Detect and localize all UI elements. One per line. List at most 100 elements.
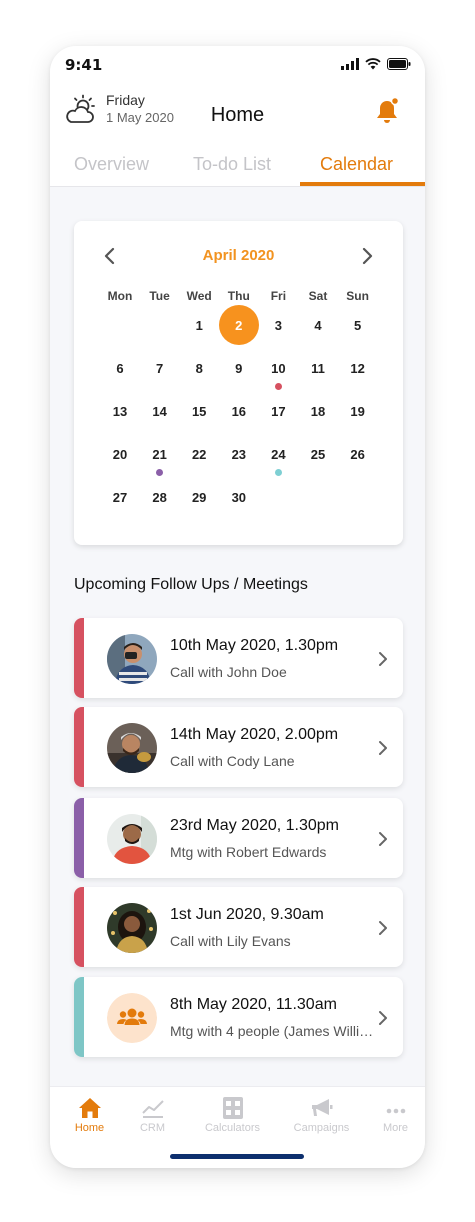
calendar-card: April 2020 Mon Tue Wed Thu Fri Sat Sun 1 2 3 4 5 6 7 8… [74, 221, 403, 545]
next-month-icon[interactable] [359, 245, 375, 267]
tab-divider [50, 186, 425, 187]
nav-campaigns[interactable]: Campaigns [284, 1097, 359, 1134]
meeting-color-bar [74, 977, 84, 1057]
calendar-day[interactable]: 18 [298, 391, 338, 431]
wifi-icon [365, 58, 381, 70]
chevron-right-icon [379, 741, 387, 755]
calendar-day[interactable]: 2 [218, 305, 259, 345]
meeting-description: Call with Cody Lane [170, 753, 295, 769]
meeting-datetime: 1st Jun 2020, 9.30am [170, 906, 324, 923]
event-dot [274, 469, 282, 476]
avatar-john-doe [107, 634, 157, 684]
status-icons [341, 58, 411, 70]
more-dots-icon [386, 1108, 405, 1114]
home-icon [78, 1098, 101, 1118]
calendar-day[interactable]: 11 [298, 348, 338, 388]
meeting-description: Mtg with 4 people (James Williams, Lily … [170, 1023, 375, 1039]
meeting-description: Mtg with Robert Edwards [170, 844, 327, 860]
calendar-day[interactable]: 25 [298, 434, 338, 474]
meeting-card[interactable]: 8th May 2020, 11.30am Mtg with 4 people … [74, 977, 403, 1057]
signal-icon [341, 58, 359, 70]
calendar-day[interactable]: 10 [258, 348, 298, 388]
calendar-day[interactable]: 29 [179, 477, 219, 517]
nav-crm[interactable]: CRM [115, 1097, 190, 1134]
calendar-day[interactable]: 27 [100, 477, 140, 517]
weekday-label: Thu [227, 289, 250, 303]
calendar-day[interactable]: 9 [219, 348, 259, 388]
meeting-card[interactable]: 1st Jun 2020, 9.30am Call with Lily Evan… [74, 887, 403, 967]
home-indicator [170, 1154, 304, 1159]
meeting-datetime: 23rd May 2020, 1.30pm [170, 817, 339, 834]
header-area: 9:41 Friday 1 May 2020 Home Overview To-… [50, 46, 425, 187]
calendar-day[interactable]: 1 [179, 305, 219, 345]
calendar-day[interactable]: 19 [338, 391, 378, 431]
tab-to-do-list[interactable]: To-do List [193, 154, 271, 175]
weekday-label: Mon [107, 289, 133, 303]
meeting-color-bar [74, 798, 84, 878]
calendar-day[interactable]: 3 [258, 305, 298, 345]
calendar-day[interactable]: 26 [338, 434, 378, 474]
meeting-datetime: 8th May 2020, 11.30am [170, 996, 337, 1013]
notification-bell-icon[interactable] [373, 96, 401, 126]
event-dot [156, 469, 164, 476]
weekday-label: Wed [186, 289, 212, 303]
meeting-description: Call with Lily Evans [170, 933, 291, 949]
status-time: 9:41 [65, 56, 103, 74]
calendar-day[interactable]: 5 [338, 305, 378, 345]
calendar-day[interactable]: 23 [219, 434, 259, 474]
calendar-day[interactable]: 6 [100, 348, 140, 388]
meeting-card[interactable]: 23rd May 2020, 1.30pm Mtg with Robert Ed… [74, 798, 403, 878]
calendar-day[interactable]: 17 [258, 391, 298, 431]
calendar-month: April 2020 [202, 247, 275, 264]
meeting-card[interactable]: 14th May 2020, 2.00pm Call with Cody Lan… [74, 707, 403, 787]
page-title: Home [210, 104, 265, 126]
nav-calculators[interactable]: Calculators [195, 1097, 270, 1134]
weekday-label: Sat [308, 289, 328, 303]
avatar-lily-evans [107, 903, 157, 953]
meeting-description: Call with John Doe [170, 664, 287, 680]
calendar-day[interactable]: 14 [140, 391, 180, 431]
calendar-day[interactable]: 13 [100, 391, 140, 431]
meeting-color-bar [74, 707, 84, 787]
phone-screen: 9:41 Friday 1 May 2020 Home Overview To-… [50, 46, 425, 1168]
chevron-right-icon [379, 921, 387, 935]
meeting-color-bar [74, 887, 84, 967]
tab-calendar[interactable]: Calendar [320, 154, 393, 175]
calendar-day[interactable]: 21 [140, 434, 180, 474]
group-icon [107, 993, 157, 1043]
tab-overview[interactable]: Overview [74, 154, 149, 175]
avatar-cody-lane [107, 723, 157, 773]
calendar-day[interactable]: 30 [219, 477, 259, 517]
calendar-day[interactable]: 28 [140, 477, 180, 517]
nav-label: Calculators [204, 1122, 261, 1134]
chevron-right-icon [379, 832, 387, 846]
calendar-day[interactable]: 20 [100, 434, 140, 474]
avatar-robert-edwards [107, 814, 157, 864]
nav-label: More [382, 1122, 409, 1134]
weekday-label: Sun [346, 289, 369, 303]
chart-line-icon [141, 1100, 164, 1118]
meeting-card[interactable]: 10th May 2020, 1.30pm Call with John Doe [74, 618, 403, 698]
upcoming-section-title: Upcoming Follow Ups / Meetings [74, 576, 308, 593]
battery-icon [387, 58, 411, 70]
calendar-day[interactable]: 24 [258, 434, 298, 474]
calendar-day[interactable]: 22 [179, 434, 219, 474]
megaphone-icon [311, 1099, 332, 1116]
nav-more[interactable]: More [358, 1097, 425, 1134]
weekday-label: Tue [149, 289, 170, 303]
bottom-navigation: Home CRM Calculators Campaigns More [50, 1086, 425, 1168]
chevron-right-icon [379, 1011, 387, 1025]
nav-label: Campaigns [293, 1122, 350, 1134]
weekday-label: Fri [270, 289, 287, 303]
calendar-day[interactable]: 8 [179, 348, 219, 388]
meeting-datetime: 10th May 2020, 1.30pm [170, 637, 339, 654]
calculator-icon [222, 1097, 243, 1119]
calendar-day[interactable]: 4 [298, 305, 338, 345]
meeting-datetime: 14th May 2020, 2.00pm [170, 726, 339, 743]
nav-label: CRM [139, 1122, 166, 1134]
event-dot [274, 383, 282, 390]
calendar-day[interactable]: 15 [179, 391, 219, 431]
calendar-day[interactable]: 12 [338, 348, 378, 388]
calendar-day[interactable]: 7 [140, 348, 180, 388]
calendar-day[interactable]: 16 [219, 391, 259, 431]
